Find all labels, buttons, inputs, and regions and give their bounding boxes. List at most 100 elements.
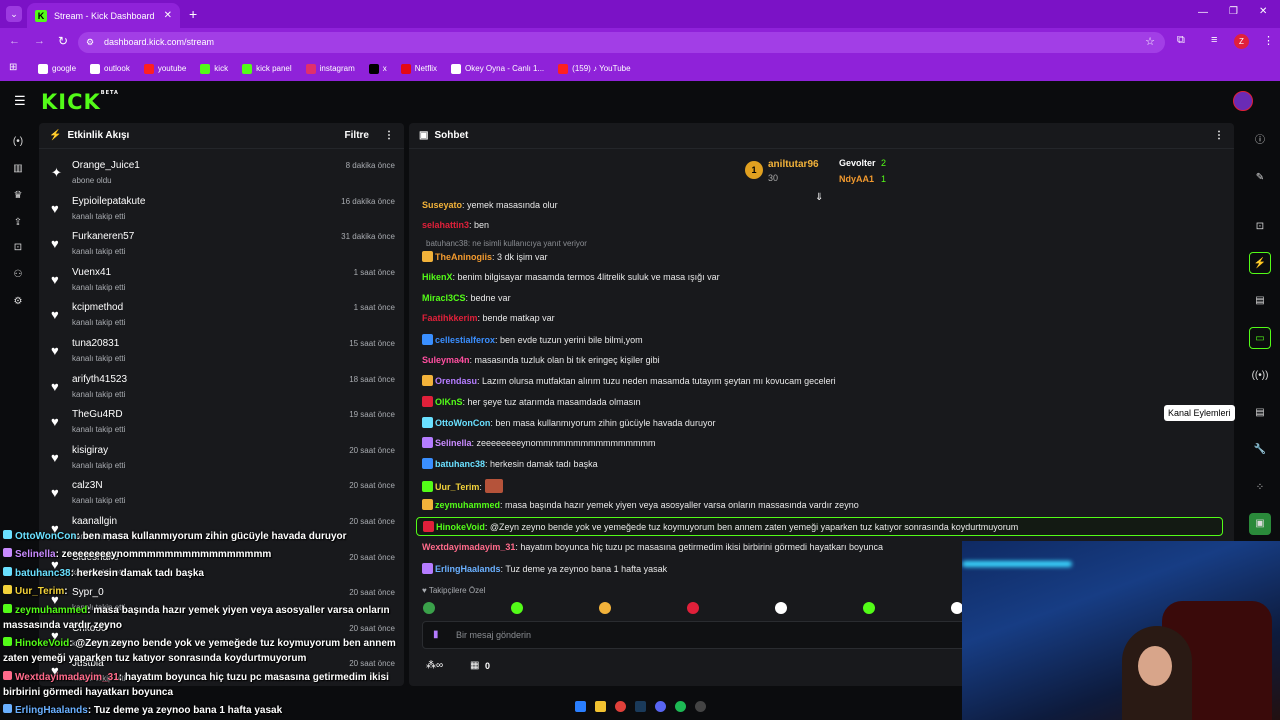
chat-message[interactable]: batuhanc38: herkesin damak tadı başka: [422, 458, 598, 469]
bookmark-item[interactable]: google: [38, 63, 76, 74]
reload-icon[interactable]: ↻: [58, 34, 68, 48]
chat-message[interactable]: Miracl3CS: bedne var: [422, 293, 511, 303]
bookmark-item[interactable]: Okey Oyna - Canlı 1...: [451, 63, 544, 74]
chat-username[interactable]: selahattin3: [422, 220, 469, 230]
close-window-button[interactable]: ✕: [1259, 6, 1267, 17]
broadcast-icon[interactable]: ((•)): [1249, 365, 1271, 387]
spotify-icon[interactable]: [674, 700, 686, 712]
chat-username[interactable]: cellestialferox: [435, 335, 495, 345]
chat-message[interactable]: Suseyato: yemek masasında olur: [422, 200, 558, 210]
chat-message[interactable]: Wextdayimadayim_31: hayatım boyunca hiç …: [422, 542, 883, 552]
gift-icon[interactable]: ▦: [470, 660, 479, 671]
analytics-icon[interactable]: ▥: [12, 163, 24, 175]
browser-menu-icon[interactable]: ⋮: [1263, 34, 1274, 47]
activity-item[interactable]: ♥ tuna20831 kanalı takip etti 15 saat önce: [39, 335, 404, 371]
chat-username[interactable]: batuhanc38: [435, 459, 485, 469]
chat-menu-icon[interactable]: ⋮: [1214, 130, 1224, 141]
discord-icon[interactable]: [654, 700, 666, 712]
chat-username[interactable]: Uur_Terim: [435, 482, 479, 492]
tools-wrench-icon[interactable]: 🔧: [1249, 439, 1271, 461]
chat-message[interactable]: Selinella: zeeeeeeeeynommmmmmmmmmmmmmmm: [422, 437, 656, 448]
reading-list-icon[interactable]: ≡: [1211, 34, 1217, 46]
channel-points-icon[interactable]: ⁂∞: [426, 660, 443, 671]
restore-window-button[interactable]: ❐: [1229, 6, 1238, 17]
chrome-icon[interactable]: [614, 700, 626, 712]
activity-item[interactable]: ♥ arifyth41523 kanalı takip etti 18 saat ön…: [39, 371, 404, 407]
upload-icon[interactable]: ⇪: [12, 217, 24, 229]
chat-username[interactable]: Faatihkkerim: [422, 313, 478, 323]
collapse-leaderboard-icon[interactable]: ⇓: [815, 192, 823, 203]
chat-username[interactable]: Miracl3CS: [422, 293, 466, 303]
chat-username[interactable]: ErlingHaalands: [435, 564, 501, 574]
emote-icon[interactable]: [863, 602, 875, 614]
activity-item[interactable]: ♥ kisigiray kanalı takip etti 20 saat önce: [39, 442, 404, 478]
filter-button[interactable]: Filtre: [345, 130, 369, 141]
activity-item[interactable]: ♥ Vuenx41 kanalı takip etti 1 saat önce: [39, 264, 404, 300]
emote-icon[interactable]: [775, 602, 787, 614]
moderation-icon[interactable]: ⊡: [12, 242, 24, 254]
site-info-icon[interactable]: ⚙: [86, 32, 94, 53]
chat-username[interactable]: zeymuhammed: [435, 500, 500, 510]
steam-icon[interactable]: [634, 700, 646, 712]
chat-username[interactable]: Suseyato: [422, 200, 462, 210]
activity-item[interactable]: ♥ Eypioilepatakute kanalı takip etti 16 dak…: [39, 193, 404, 229]
url-input[interactable]: ⚙ dashboard.kick.com/stream ☆: [78, 32, 1165, 53]
channel-actions-icon[interactable]: ▤: [1249, 402, 1271, 424]
chat-message[interactable]: OlKnS: her şeye tuz atarımda masamdada o…: [422, 396, 641, 407]
chat-message[interactable]: cellestialferox: ben evde tuzun yerini b…: [422, 334, 643, 345]
chat-message[interactable]: Suleyma4n: masasında tuzluk olan bi tık …: [422, 355, 660, 365]
activity-item[interactable]: ♥ kcipmethod kanalı takip etti 1 saat önce: [39, 299, 404, 335]
windows-start-icon[interactable]: [574, 700, 586, 712]
screen-capture-icon[interactable]: ⊡: [1249, 216, 1271, 238]
emote-icon[interactable]: [423, 602, 435, 614]
emote-icon[interactable]: [687, 602, 699, 614]
user-avatar[interactable]: [1233, 91, 1253, 111]
chat-message[interactable]: ErlingHaalands: Tuz deme ya zeynoo bana …: [422, 563, 667, 574]
chat-username[interactable]: TheAninogiis: [435, 252, 492, 262]
new-tab-button[interactable]: +: [189, 6, 197, 22]
settings-gear-icon[interactable]: ⚙: [12, 296, 24, 308]
tab-search-button[interactable]: ⌄: [6, 6, 22, 22]
file-explorer-icon[interactable]: [594, 700, 606, 712]
chat-message[interactable]: HikenX: benim bilgisayar masamda termos …: [422, 272, 720, 282]
activity-menu-icon[interactable]: ⋮: [384, 130, 394, 141]
clipboard-icon[interactable]: ▤: [1249, 290, 1271, 312]
extensions-icon[interactable]: ⧉: [1177, 34, 1185, 47]
chat-message[interactable]: Uur_Terim:: [422, 479, 503, 493]
close-tab-icon[interactable]: ✕: [164, 10, 172, 21]
bookmark-item[interactable]: (159) ♪ YouTube: [558, 63, 631, 74]
profile-avatar[interactable]: Z: [1234, 34, 1249, 49]
chat-username[interactable]: OlKnS: [435, 397, 463, 407]
bookmark-item[interactable]: youtube: [143, 63, 186, 74]
bookmark-item[interactable]: kick: [200, 63, 228, 74]
chat-message[interactable]: OttoWonCon: ben masa kullanmıyorum zihin…: [422, 417, 715, 428]
microphone-icon[interactable]: ▮: [433, 629, 439, 640]
bookmark-star-icon[interactable]: ☆: [1145, 32, 1155, 53]
chat-message[interactable]: HinokeVoid: @Zeyn zeyno bende yok ve yem…: [416, 517, 1223, 536]
apps-grid-icon[interactable]: ⊞: [9, 62, 17, 73]
chat-username[interactable]: Selinella: [435, 438, 472, 448]
activity-item[interactable]: ✦ Orange_Juice1 abone oldu 8 dakika önce: [39, 157, 404, 193]
chat-message[interactable]: Orendasu: Lazım olursa mutfaktan alırım …: [422, 375, 836, 386]
bookmark-item[interactable]: Netflix: [400, 63, 437, 74]
chat-message[interactable]: TheAninogiis: 3 dk işim var: [422, 251, 548, 262]
stream-broadcast-icon[interactable]: (•): [12, 136, 24, 148]
edit-pencil-icon[interactable]: ✎: [1249, 167, 1271, 189]
bookmark-item[interactable]: kick panel: [242, 63, 292, 74]
emote-icon[interactable]: [511, 602, 523, 614]
activity-item[interactable]: ♥ calz3N kanalı takip etti 20 saat önce: [39, 477, 404, 513]
bookmark-item[interactable]: outlook: [90, 63, 130, 74]
community-icon[interactable]: ⚇: [12, 269, 24, 281]
chat-username[interactable]: Suleyma4n: [422, 355, 470, 365]
activity-item[interactable]: ♥ Furkaneren57 kanalı takip etti 31 dakika …: [39, 228, 404, 264]
chat-username[interactable]: HinokeVoid: [436, 522, 485, 532]
chat-message[interactable]: zeymuhammed: masa başında hazır yemek yi…: [422, 499, 859, 510]
minimize-window-button[interactable]: —: [1198, 7, 1208, 18]
kick-logo[interactable]: KICKBETA: [41, 90, 119, 114]
bookmark-item[interactable]: x: [368, 63, 387, 74]
quick-actions-icon[interactable]: ⚡: [1249, 252, 1271, 274]
info-icon[interactable]: ⓘ: [1249, 130, 1271, 152]
chat-username[interactable]: HikenX: [422, 272, 453, 282]
chat-username[interactable]: Wextdayimadayim_31: [422, 542, 515, 552]
obs-icon[interactable]: [694, 700, 706, 712]
